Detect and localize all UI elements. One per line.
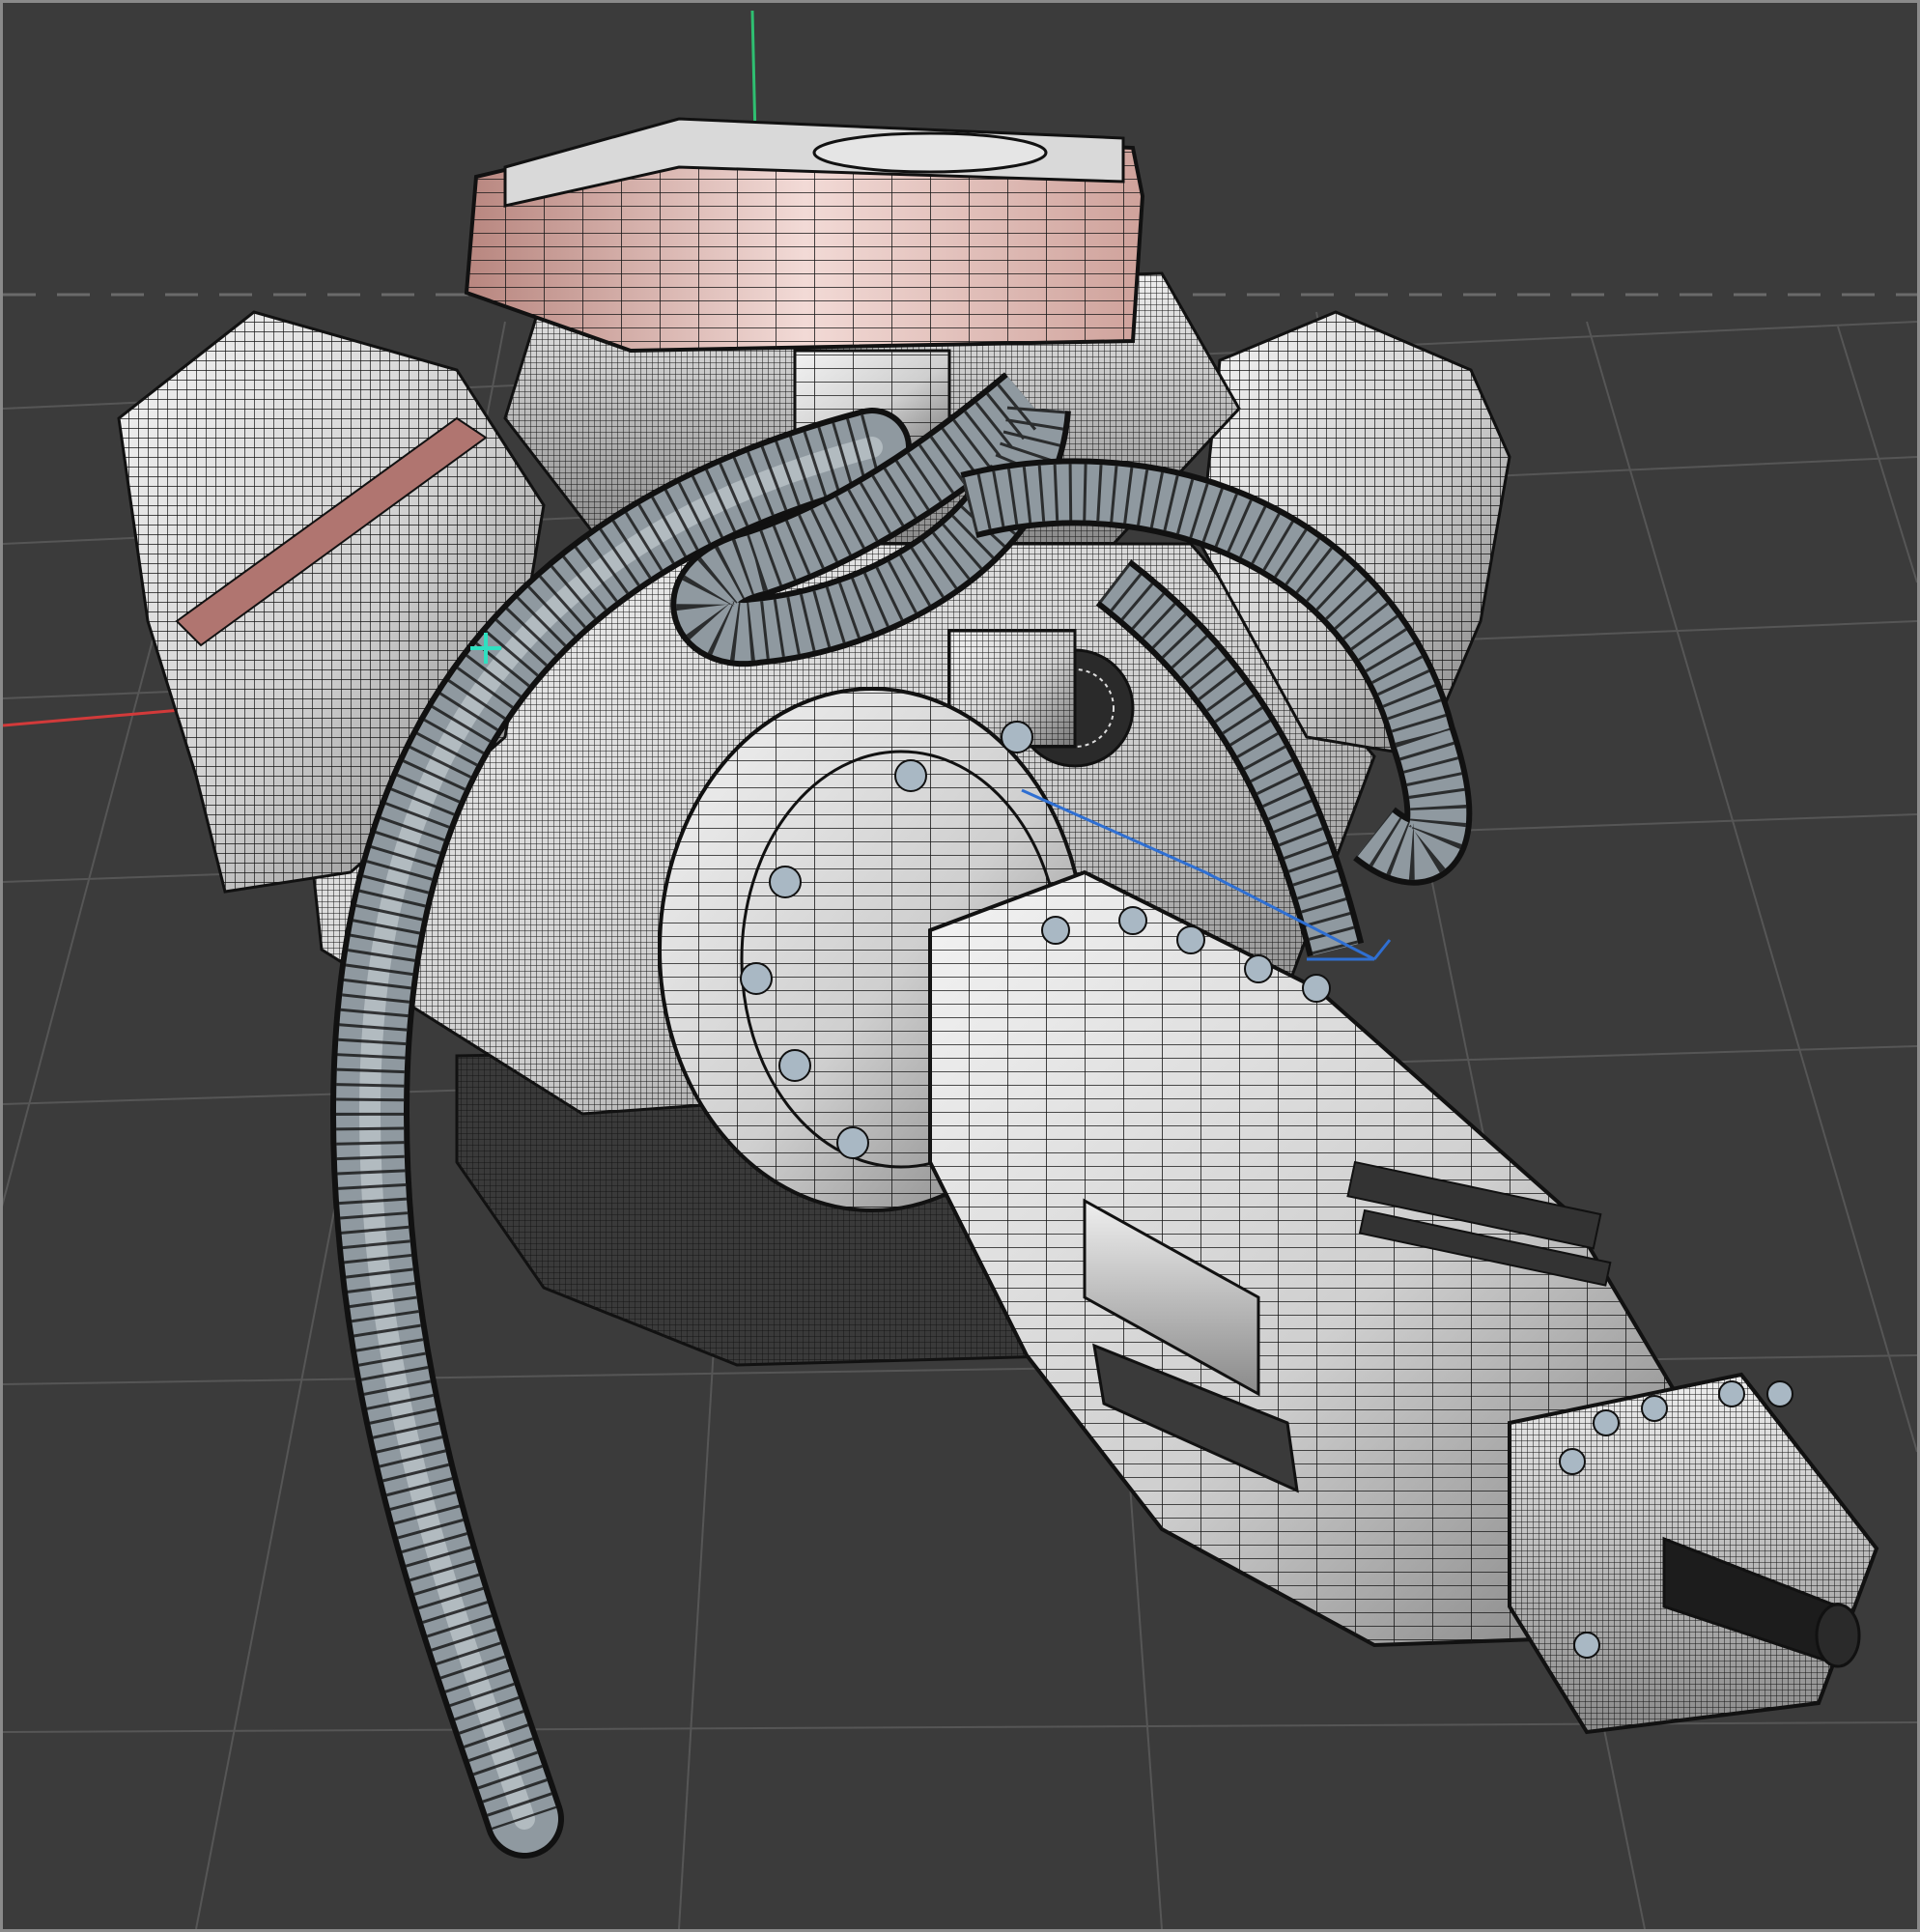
viewport-scene[interactable] <box>3 3 1917 1929</box>
y-axis-line <box>750 10 757 139</box>
3d-viewport[interactable] <box>0 0 1920 1932</box>
engine-model[interactable] <box>117 117 1879 1859</box>
